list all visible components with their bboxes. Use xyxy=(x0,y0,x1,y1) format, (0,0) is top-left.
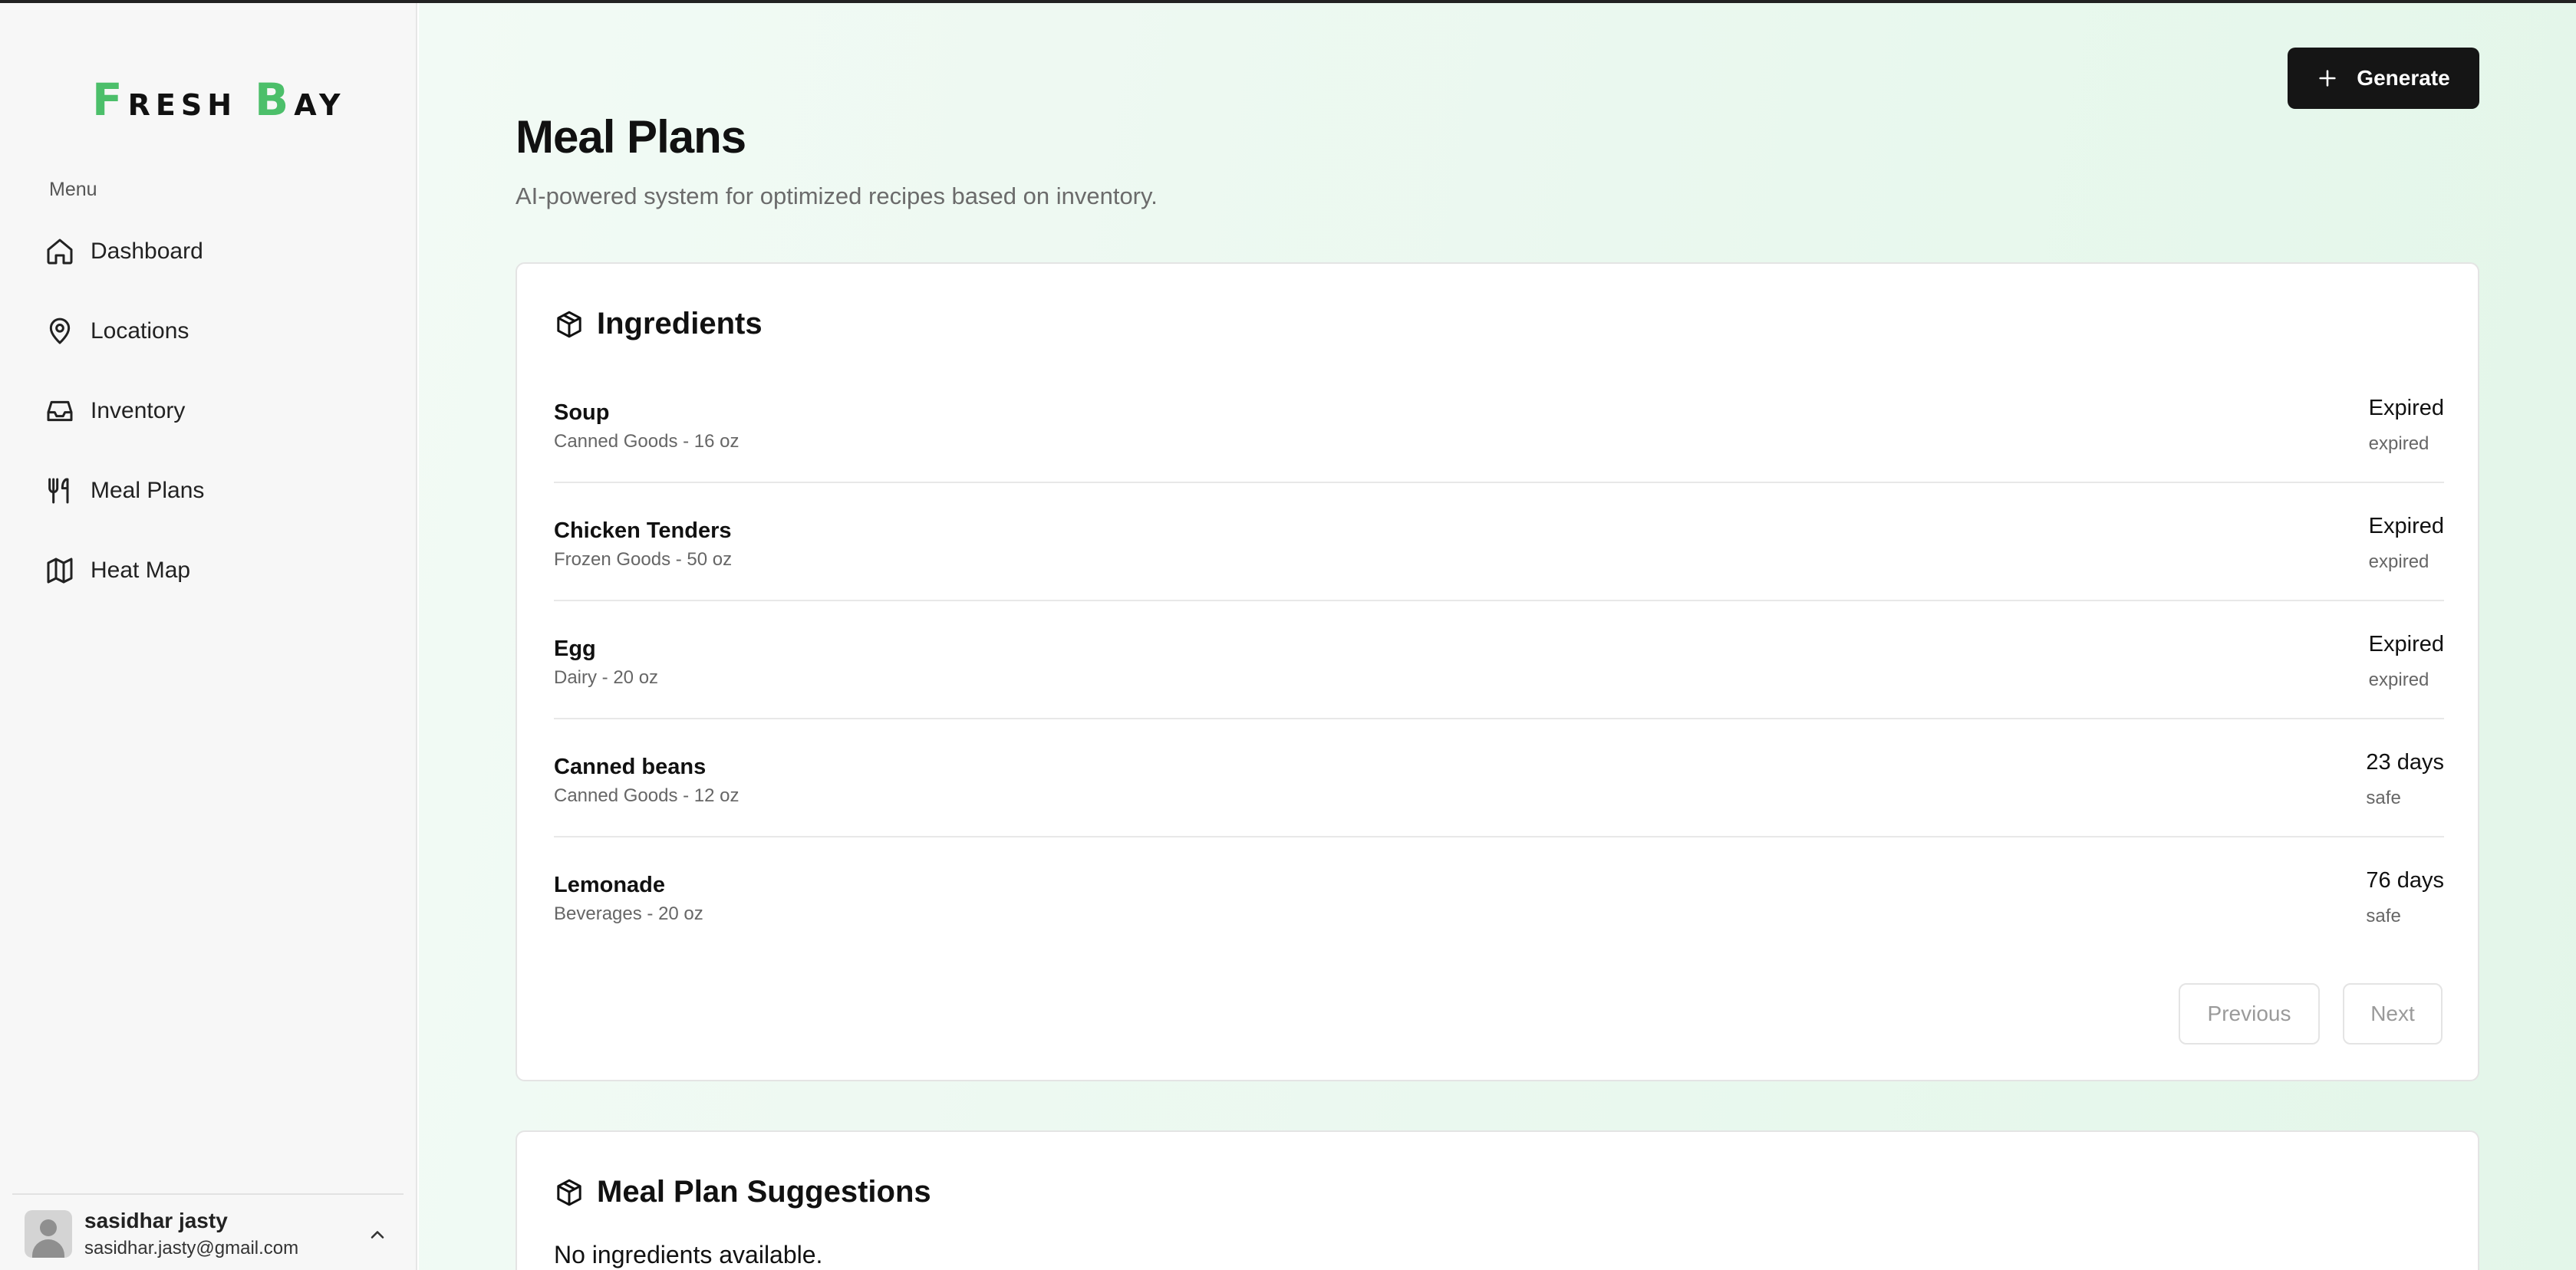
expiry-label: 23 days xyxy=(2366,750,2444,775)
sidebar-item-heat-map[interactable]: Heat Map xyxy=(44,540,405,601)
plus-icon xyxy=(2319,70,2336,87)
home-icon xyxy=(47,239,73,265)
sidebar-item-label: Dashboard xyxy=(91,239,203,264)
ingredient-meta: Beverages - 20 oz xyxy=(554,903,703,924)
previous-button[interactable]: Previous xyxy=(2179,983,2320,1045)
list-item[interactable]: Canned beans Canned Goods - 12 oz 23 day… xyxy=(554,719,2444,837)
expiry-tag: expired xyxy=(2368,551,2429,572)
expiry-status: Expired expired xyxy=(2369,514,2444,573)
ingredient-name: Canned beans xyxy=(554,755,707,779)
sidebar-item-meal-plans[interactable]: Meal Plans xyxy=(44,460,405,521)
avatar xyxy=(25,1210,72,1258)
brand-logo[interactable]: FRESH BAY xyxy=(92,74,346,126)
ingredient-meta: Canned Goods - 12 oz xyxy=(554,785,740,806)
user-name: sasidhar jasty xyxy=(84,1209,228,1232)
expiry-tag: expired xyxy=(2368,433,2429,454)
suggestions-title: Meal Plan Suggestions xyxy=(597,1175,931,1209)
generate-button-label: Generate xyxy=(2357,66,2450,90)
ingredients-title: Ingredients xyxy=(597,307,763,341)
map-icon xyxy=(47,558,73,584)
expiry-label: Expired xyxy=(2368,396,2444,420)
ingredient-name: Egg xyxy=(554,637,596,661)
sidebar-item-locations[interactable]: Locations xyxy=(44,301,405,362)
list-item[interactable]: Lemonade Beverages - 20 oz 76 days safe xyxy=(554,837,2444,956)
expiry-status: 76 days safe xyxy=(2366,868,2444,927)
sidebar-item-label: Meal Plans xyxy=(91,478,205,503)
ingredient-name: Chicken Tenders xyxy=(554,518,732,543)
expiry-tag: safe xyxy=(2366,788,2401,808)
ingredient-name: Lemonade xyxy=(554,873,666,897)
ingredients-header: Ingredients xyxy=(554,307,763,341)
utensils-icon xyxy=(48,478,69,504)
page-title: Meal Plans xyxy=(516,111,746,163)
chevron-up-icon[interactable] xyxy=(367,1224,388,1245)
expiry-label: 76 days xyxy=(2366,868,2444,893)
menu-label: Menu xyxy=(49,179,97,200)
expiry-status: Expired expired xyxy=(2369,396,2444,455)
generate-button[interactable]: Generate xyxy=(2288,48,2479,109)
meal-plan-suggestions-card: Meal Plan Suggestions No ingredients ava… xyxy=(516,1130,2479,1270)
ingredients-card: Ingredients Soup Canned Goods - 16 oz Ex… xyxy=(516,262,2479,1081)
ingredient-meta: Frozen Goods - 50 oz xyxy=(554,549,733,570)
user-info: sasidhar jasty sasidhar.jasty@gmail.com xyxy=(84,1209,298,1259)
ingredient-name: Soup xyxy=(554,400,610,425)
sidebar-item-label: Inventory xyxy=(91,398,186,423)
sidebar-item-inventory[interactable]: Inventory xyxy=(44,380,405,442)
inbox-icon xyxy=(47,400,73,422)
suggestions-header: Meal Plan Suggestions xyxy=(554,1175,931,1209)
main-content: Generate Meal Plans AI-powered system fo… xyxy=(419,3,2576,1270)
expiry-status: Expired expired xyxy=(2369,632,2444,691)
sidebar: FRESH BAY Menu Dashboard Locations Inven… xyxy=(0,3,417,1270)
expiry-tag: expired xyxy=(2368,670,2429,690)
map-pin-icon xyxy=(49,318,71,344)
sidebar-item-label: Locations xyxy=(91,318,189,344)
expiry-label: Expired xyxy=(2368,632,2444,656)
next-button[interactable]: Next xyxy=(2343,983,2443,1045)
ingredient-meta: Canned Goods - 16 oz xyxy=(554,431,740,452)
ingredient-meta: Dairy - 20 oz xyxy=(554,667,659,688)
list-item[interactable]: Soup Canned Goods - 16 oz Expired expire… xyxy=(554,365,2444,483)
page-subtitle: AI-powered system for optimized recipes … xyxy=(516,183,1158,209)
list-item[interactable]: Chicken Tenders Frozen Goods - 50 oz Exp… xyxy=(554,483,2444,601)
sidebar-item-dashboard[interactable]: Dashboard xyxy=(44,221,405,282)
empty-state-text: No ingredients available. xyxy=(554,1241,823,1268)
user-email: sasidhar.jasty@gmail.com xyxy=(84,1238,299,1258)
package-icon xyxy=(557,1179,581,1206)
expiry-label: Expired xyxy=(2368,514,2444,538)
expiry-status: 23 days safe xyxy=(2366,750,2444,809)
sidebar-item-label: Heat Map xyxy=(91,558,191,583)
expiry-tag: safe xyxy=(2366,906,2401,926)
list-item[interactable]: Egg Dairy - 20 oz Expired expired xyxy=(554,601,2444,719)
package-icon xyxy=(557,311,581,337)
user-menu[interactable]: sasidhar jasty sasidhar.jasty@gmail.com xyxy=(12,1193,404,1270)
